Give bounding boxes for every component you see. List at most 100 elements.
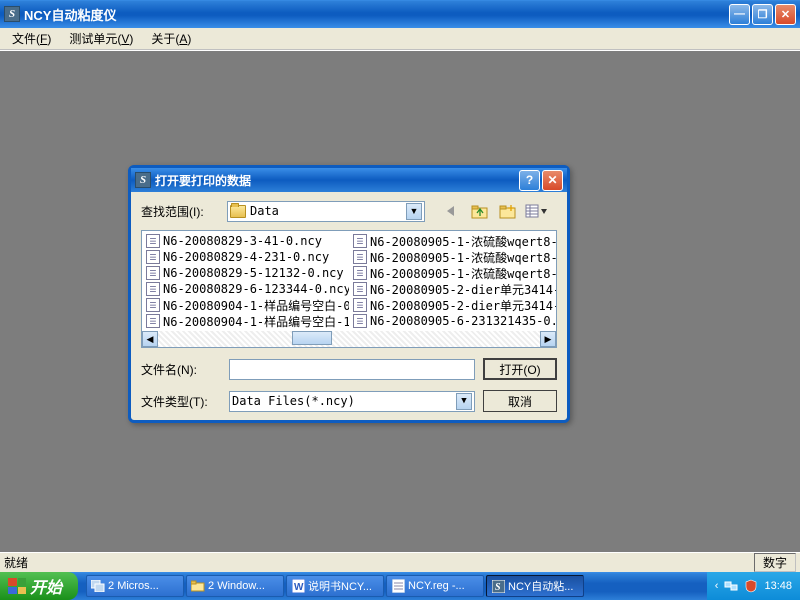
file-icon: ☰ <box>146 282 160 296</box>
app-title: NCY自动粘度仪 <box>24 5 729 24</box>
dialog-controls: ? ✕ <box>519 170 563 191</box>
dialog-title: 打开要打印的数据 <box>155 172 519 189</box>
close-button[interactable]: ✕ <box>775 4 796 25</box>
dialog-help-button[interactable]: ? <box>519 170 540 191</box>
lookin-combo[interactable]: Data ▼ <box>227 201 425 222</box>
file-name: N6-20080829-3-41-0.ncy <box>163 234 322 248</box>
file-name: N6-20080904-1-样品编号空白-1.ncy <box>163 313 349 330</box>
file-item[interactable]: ☰N6-20080829-4-231-0.ncy <box>146 249 345 265</box>
menu-file[interactable]: 文件(F) <box>4 28 59 49</box>
file-icon: ☰ <box>146 250 160 264</box>
file-item[interactable]: ☰N6-20080904-1-样品编号空白-1.ncy <box>146 313 345 329</box>
file-name: N6-20080905-1-浓硫酸wqert8-0... <box>370 233 556 250</box>
tray-expand-icon[interactable]: ‹ <box>715 580 719 592</box>
open-button[interactable]: 打开(O) <box>483 358 557 380</box>
taskbar-item-label: 说明书NCY... <box>308 578 372 594</box>
taskbar-item[interactable]: W说明书NCY... <box>286 575 384 597</box>
file-item[interactable]: ☰N6-20080905-1-浓硫酸wqert8-1... <box>353 249 552 265</box>
taskbar-item-label: 2 Window... <box>208 580 265 592</box>
up-one-level-icon[interactable] <box>469 200 491 222</box>
app-icon: S <box>4 6 20 22</box>
file-columns: ☰N6-20080829-3-41-0.ncy☰N6-20080829-4-23… <box>142 231 556 331</box>
tray-network-icon[interactable] <box>724 579 738 593</box>
taskbar-item[interactable]: 2 Window... <box>186 575 284 597</box>
menubar: 文件(F) 测试单元(V) 关于(A) <box>0 28 800 50</box>
scroll-track[interactable] <box>158 331 540 347</box>
dialog-toolbar <box>441 200 547 222</box>
file-icon: ☰ <box>146 266 160 280</box>
lookin-value: Data <box>250 204 406 218</box>
file-icon: ☰ <box>353 234 367 248</box>
taskbar-item[interactable]: S NCY自动粘... <box>486 575 584 597</box>
task-items: 2 Micros... 2 Window... W说明书NCY... NCY.reg … <box>86 575 707 597</box>
filetype-dropdown-arrow[interactable]: ▼ <box>456 393 472 410</box>
taskbar-item-label: NCY自动粘... <box>508 578 573 594</box>
status-left: 就绪 <box>4 554 754 571</box>
file-name: N6-20080904-1-样品编号空白-0.ncy <box>163 297 349 314</box>
titlebar[interactable]: S NCY自动粘度仪 — ❐ ✕ <box>0 0 800 28</box>
start-label: 开始 <box>30 574 62 598</box>
filename-label: 文件名(N): <box>141 361 221 378</box>
file-item[interactable]: ☰N6-20080904-1-样品编号空白-0.ncy <box>146 297 345 313</box>
taskbar: 开始 2 Micros... 2 Window... W说明书NCY... NCY.r… <box>0 572 800 600</box>
dialog-close-button[interactable]: ✕ <box>542 170 563 191</box>
filetype-combo[interactable]: Data Files(*.ncy) ▼ <box>229 391 475 412</box>
cancel-button[interactable]: 取消 <box>483 390 557 412</box>
file-item[interactable]: ☰N6-20080829-6-123344-0.ncy <box>146 281 345 297</box>
restore-button[interactable]: ❐ <box>752 4 773 25</box>
back-icon[interactable] <box>441 200 463 222</box>
menu-test-unit[interactable]: 测试单元(V) <box>61 28 141 49</box>
filename-input[interactable] <box>229 359 475 380</box>
app-window: S NCY自动粘度仪 — ❐ ✕ 文件(F) 测试单元(V) 关于(A) S 打… <box>0 0 800 572</box>
file-icon: ☰ <box>146 298 160 312</box>
file-name: N6-20080829-5-12132-0.ncy <box>163 266 344 280</box>
new-folder-icon[interactable] <box>497 200 519 222</box>
filetype-label: 文件类型(T): <box>141 393 221 410</box>
file-item[interactable]: ☰N6-20080905-2-dier单元3414-1... <box>353 297 552 313</box>
dialog-icon: S <box>135 172 151 188</box>
file-icon: ☰ <box>353 314 367 328</box>
app-icon: S <box>491 579 505 593</box>
svg-text:S: S <box>495 582 501 593</box>
file-icon: ☰ <box>353 250 367 264</box>
clock[interactable]: 13:48 <box>764 580 792 592</box>
scroll-left-button[interactable]: ◀ <box>142 331 158 347</box>
filename-row: 文件名(N): 打开(O) <box>141 358 557 380</box>
statusbar: 就绪 数字 <box>0 552 800 572</box>
taskbar-item-label: 2 Micros... <box>108 580 159 592</box>
lookin-dropdown-arrow[interactable]: ▼ <box>406 203 422 220</box>
taskbar-item[interactable]: NCY.reg -... <box>386 575 484 597</box>
file-name: N6-20080905-1-浓硫酸wqert8-1... <box>370 249 556 266</box>
notepad-icon <box>391 579 405 593</box>
file-name: N6-20080905-2-dier单元3414-1... <box>370 297 556 314</box>
menu-about[interactable]: 关于(A) <box>143 28 199 49</box>
dialog-titlebar[interactable]: S 打开要打印的数据 ? ✕ <box>131 168 567 192</box>
status-right: 数字 <box>754 553 796 572</box>
filetype-row: 文件类型(T): Data Files(*.ncy) ▼ 取消 <box>141 390 557 412</box>
file-item[interactable]: ☰N6-20080905-6-231321435-0.ncy <box>353 313 552 329</box>
window-controls: — ❐ ✕ <box>729 4 796 25</box>
tray-shield-icon[interactable] <box>744 579 758 593</box>
taskbar-item-label: NCY.reg -... <box>408 580 465 592</box>
systray: ‹ 13:48 <box>707 572 800 600</box>
file-icon: ☰ <box>146 314 160 328</box>
group-icon <box>91 579 105 593</box>
scroll-thumb[interactable] <box>292 331 332 345</box>
view-menu-icon[interactable] <box>525 200 547 222</box>
file-column-right: ☰N6-20080905-1-浓硫酸wqert8-0...☰N6-2008090… <box>349 231 556 331</box>
taskbar-item[interactable]: 2 Micros... <box>86 575 184 597</box>
scroll-right-button[interactable]: ▶ <box>540 331 556 347</box>
file-item[interactable]: ☰N6-20080829-3-41-0.ncy <box>146 233 345 249</box>
file-item[interactable]: ☰N6-20080905-1-浓硫酸wqert8-0... <box>353 233 552 249</box>
client-area: S 打开要打印的数据 ? ✕ 查找范围(I): Data ▼ <box>0 50 800 552</box>
file-icon: ☰ <box>353 282 367 296</box>
file-item[interactable]: ☰N6-20080905-1-浓硫酸wqert8-2... <box>353 265 552 281</box>
file-list[interactable]: ☰N6-20080829-3-41-0.ncy☰N6-20080829-4-23… <box>141 230 557 348</box>
minimize-button[interactable]: — <box>729 4 750 25</box>
word-icon: W <box>291 579 305 593</box>
file-icon: ☰ <box>353 266 367 280</box>
file-column-left: ☰N6-20080829-3-41-0.ncy☰N6-20080829-4-23… <box>142 231 349 331</box>
start-button[interactable]: 开始 <box>0 572 78 600</box>
file-item[interactable]: ☰N6-20080905-2-dier单元3414-0... <box>353 281 552 297</box>
file-item[interactable]: ☰N6-20080829-5-12132-0.ncy <box>146 265 345 281</box>
